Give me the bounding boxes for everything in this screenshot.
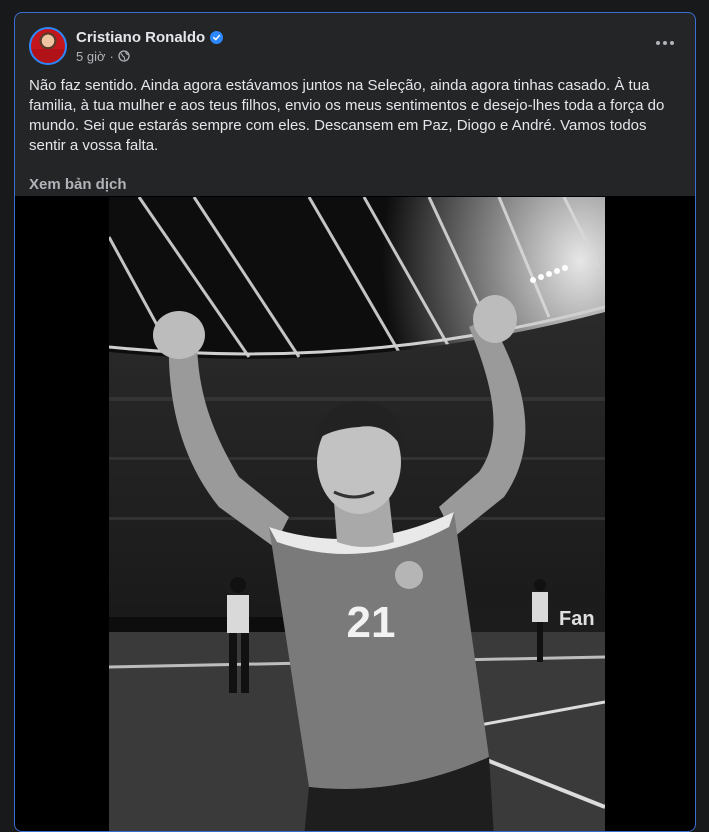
post-time[interactable]: 5 giờ bbox=[76, 49, 106, 64]
see-translation-link[interactable]: Xem bản dịch bbox=[29, 176, 127, 193]
post-text: Não faz sentido. Ainda agora estávamos j… bbox=[29, 77, 665, 154]
post-photo[interactable]: Fan 21 bbox=[109, 197, 605, 831]
globe-icon[interactable] bbox=[118, 50, 130, 62]
avatar[interactable] bbox=[29, 27, 67, 65]
post-media[interactable]: Fan 21 bbox=[15, 196, 695, 831]
more-options-icon[interactable] bbox=[647, 31, 683, 55]
ad-board-text: Fan bbox=[559, 608, 595, 630]
post-header: Cristiano Ronaldo 5 giờ · bbox=[29, 25, 224, 67]
jersey-number: 21 bbox=[347, 598, 396, 647]
separator-dot: · bbox=[109, 48, 114, 64]
verified-badge-icon bbox=[210, 30, 224, 44]
author-name[interactable]: Cristiano Ronaldo bbox=[76, 29, 205, 46]
post-card: Cristiano Ronaldo 5 giờ · Não faz sentid… bbox=[14, 12, 696, 832]
post-meta: Cristiano Ronaldo 5 giờ · bbox=[76, 29, 224, 64]
post-subinfo: 5 giờ · bbox=[76, 49, 223, 64]
player-photo-illustration: Fan 21 bbox=[109, 197, 605, 831]
author-row: Cristiano Ronaldo bbox=[76, 29, 224, 46]
